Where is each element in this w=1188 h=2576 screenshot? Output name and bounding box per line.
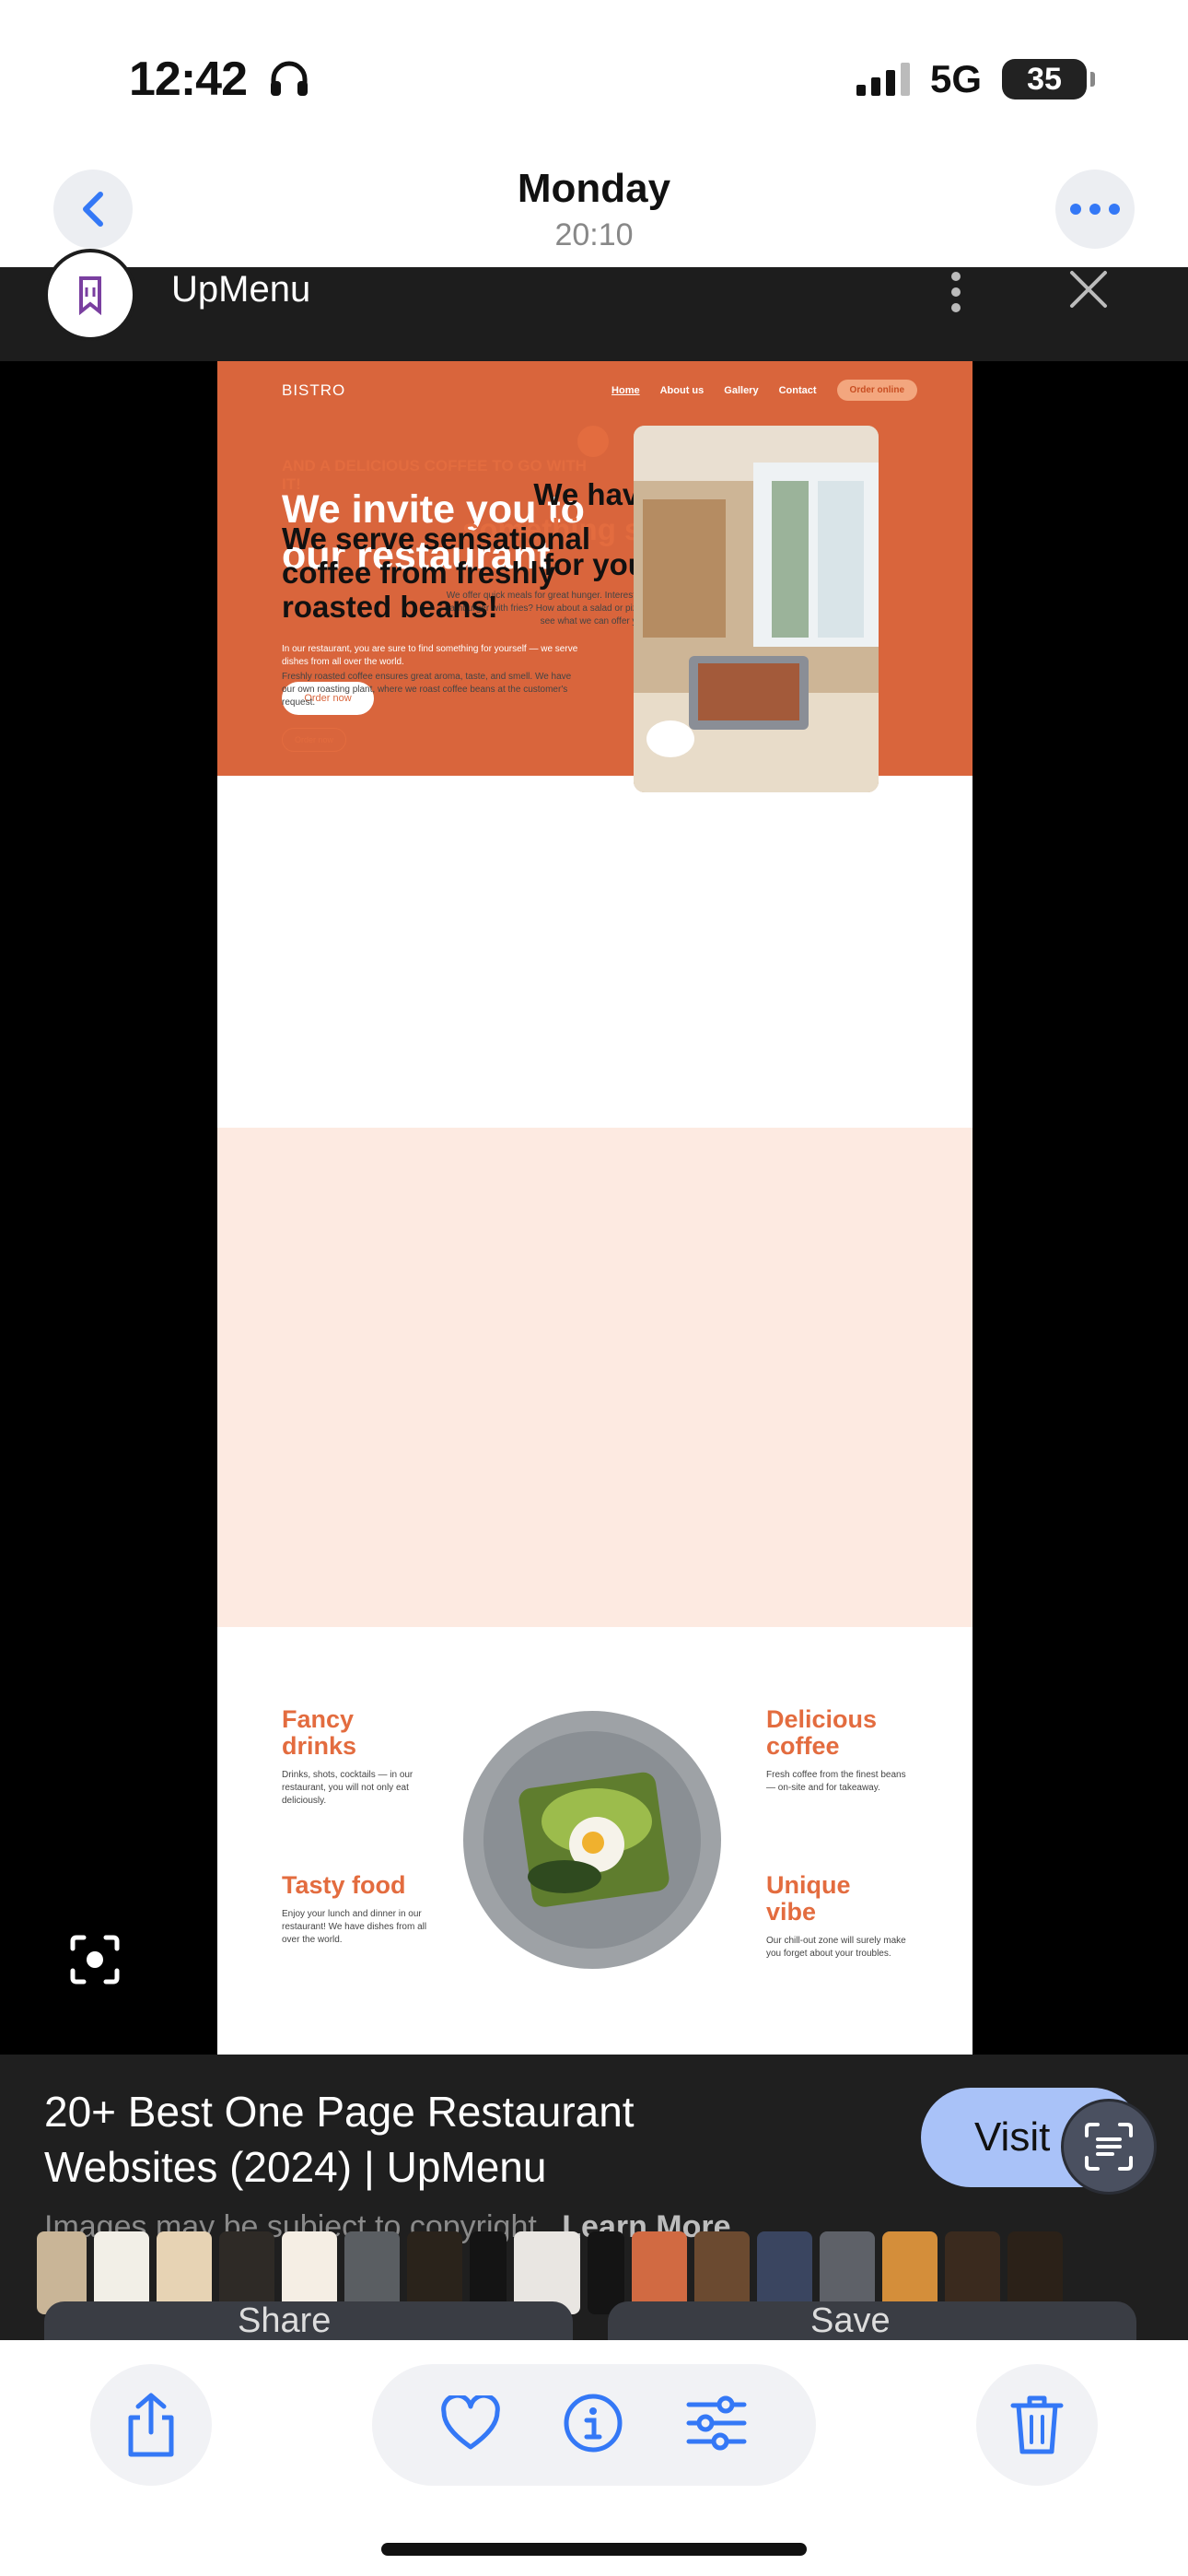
coffee-text: Freshly roasted coffee ensures great aro… (282, 672, 572, 708)
site-logo: BISTRO (282, 381, 346, 399)
coffee-order-button: Order now (282, 728, 346, 752)
coffee-title: We serve sensational coffee from freshly… (282, 521, 591, 624)
lens-search-button[interactable] (64, 1929, 125, 1990)
feature-title: Delicious coffee (766, 1705, 878, 1760)
upmenu-logo-icon (79, 276, 101, 315)
action-pill (372, 2364, 816, 2486)
info-icon (564, 2394, 623, 2452)
feature-title: Tasty food (282, 1871, 406, 1899)
text-scan-icon (1085, 2123, 1133, 2171)
page-subtitle: 20:10 (554, 217, 634, 252)
save-tab-label: Save (810, 2301, 891, 2340)
feature-title: Fancy drinks (282, 1705, 357, 1760)
nav-home: Home (611, 384, 640, 396)
source-name[interactable]: UpMenu (171, 269, 310, 310)
feature-text: Our chill-out zone will surely make you … (766, 1936, 906, 1959)
visit-label: Visit (974, 2114, 1051, 2160)
status-time: 12:42 (129, 53, 248, 106)
badge-icon (577, 426, 609, 457)
nav-contact: Contact (778, 384, 817, 396)
special-section (217, 776, 973, 1117)
close-icon (1070, 271, 1107, 308)
thumbnail[interactable] (588, 2231, 624, 2314)
website-screenshot: BISTRO Home About us Gallery Contact Ord… (217, 361, 973, 2055)
heart-icon (440, 2393, 500, 2449)
feature-title: Unique vibe (766, 1871, 851, 1926)
text-search-button[interactable] (1061, 2099, 1157, 2195)
close-button[interactable] (1068, 269, 1109, 314)
nav-order-button: Order online (836, 380, 917, 401)
status-indicators: 5G 35 (856, 57, 1095, 101)
nav-gallery: Gallery (724, 384, 759, 396)
adjust-button[interactable] (685, 2395, 748, 2455)
headphones-icon (269, 59, 309, 102)
page-title: Monday (517, 166, 671, 211)
site-nav: Home About us Gallery Contact Order onli… (611, 380, 917, 401)
coffee-section (217, 1128, 973, 1627)
share-icon (128, 2393, 174, 2457)
feature-tasty-food: Tasty food Enjoy your lunch and dinner i… (282, 1872, 438, 1947)
save-tab[interactable]: Save (608, 2301, 1136, 2342)
network-label: 5G (929, 57, 982, 100)
home-indicator (381, 2543, 807, 2556)
more-button[interactable] (1055, 170, 1135, 249)
feature-unique-vibe: Unique vibe Our chill-out zone will sure… (766, 1872, 914, 1961)
lens-icon (70, 1935, 120, 1985)
feature-delicious-coffee: Delicious coffee Fresh coffee from the f… (766, 1706, 914, 1795)
sliders-icon (686, 2395, 747, 2450)
source-menu-button[interactable] (947, 269, 965, 320)
source-logo[interactable] (44, 249, 136, 341)
coffee-kicker: AND A DELICIOUS COFFEE TO GO WITH IT! (282, 457, 587, 493)
info-button[interactable] (563, 2393, 623, 2458)
more-horizontal-icon (1070, 204, 1120, 215)
share-tab[interactable]: Share (44, 2301, 573, 2342)
hero-text: In our restaurant, you are sure to find … (282, 644, 578, 667)
nav-about: About us (659, 384, 705, 396)
plate-photo (459, 1706, 726, 1973)
more-vertical-icon (951, 272, 961, 312)
result-title[interactable]: 20+ Best One Page Restaurant Websites (2… (44, 2084, 744, 2195)
feature-text: Fresh coffee from the finest beans — on-… (766, 1770, 906, 1793)
favorite-button[interactable] (440, 2393, 501, 2455)
feature-text: Enjoy your lunch and dinner in our resta… (282, 1909, 427, 1945)
trash-icon (1010, 2395, 1064, 2454)
share-tab-label: Share (238, 2301, 332, 2340)
signal-icon (856, 63, 910, 96)
feature-fancy-drinks: Fancy drinks Drinks, shots, cocktails — … (282, 1706, 438, 1808)
cafe-photo (634, 426, 879, 792)
delete-button[interactable] (976, 2364, 1098, 2486)
battery-icon: 35 (1002, 59, 1095, 100)
feature-text: Drinks, shots, cocktails — in our restau… (282, 1770, 413, 1806)
share-button[interactable] (90, 2364, 212, 2486)
